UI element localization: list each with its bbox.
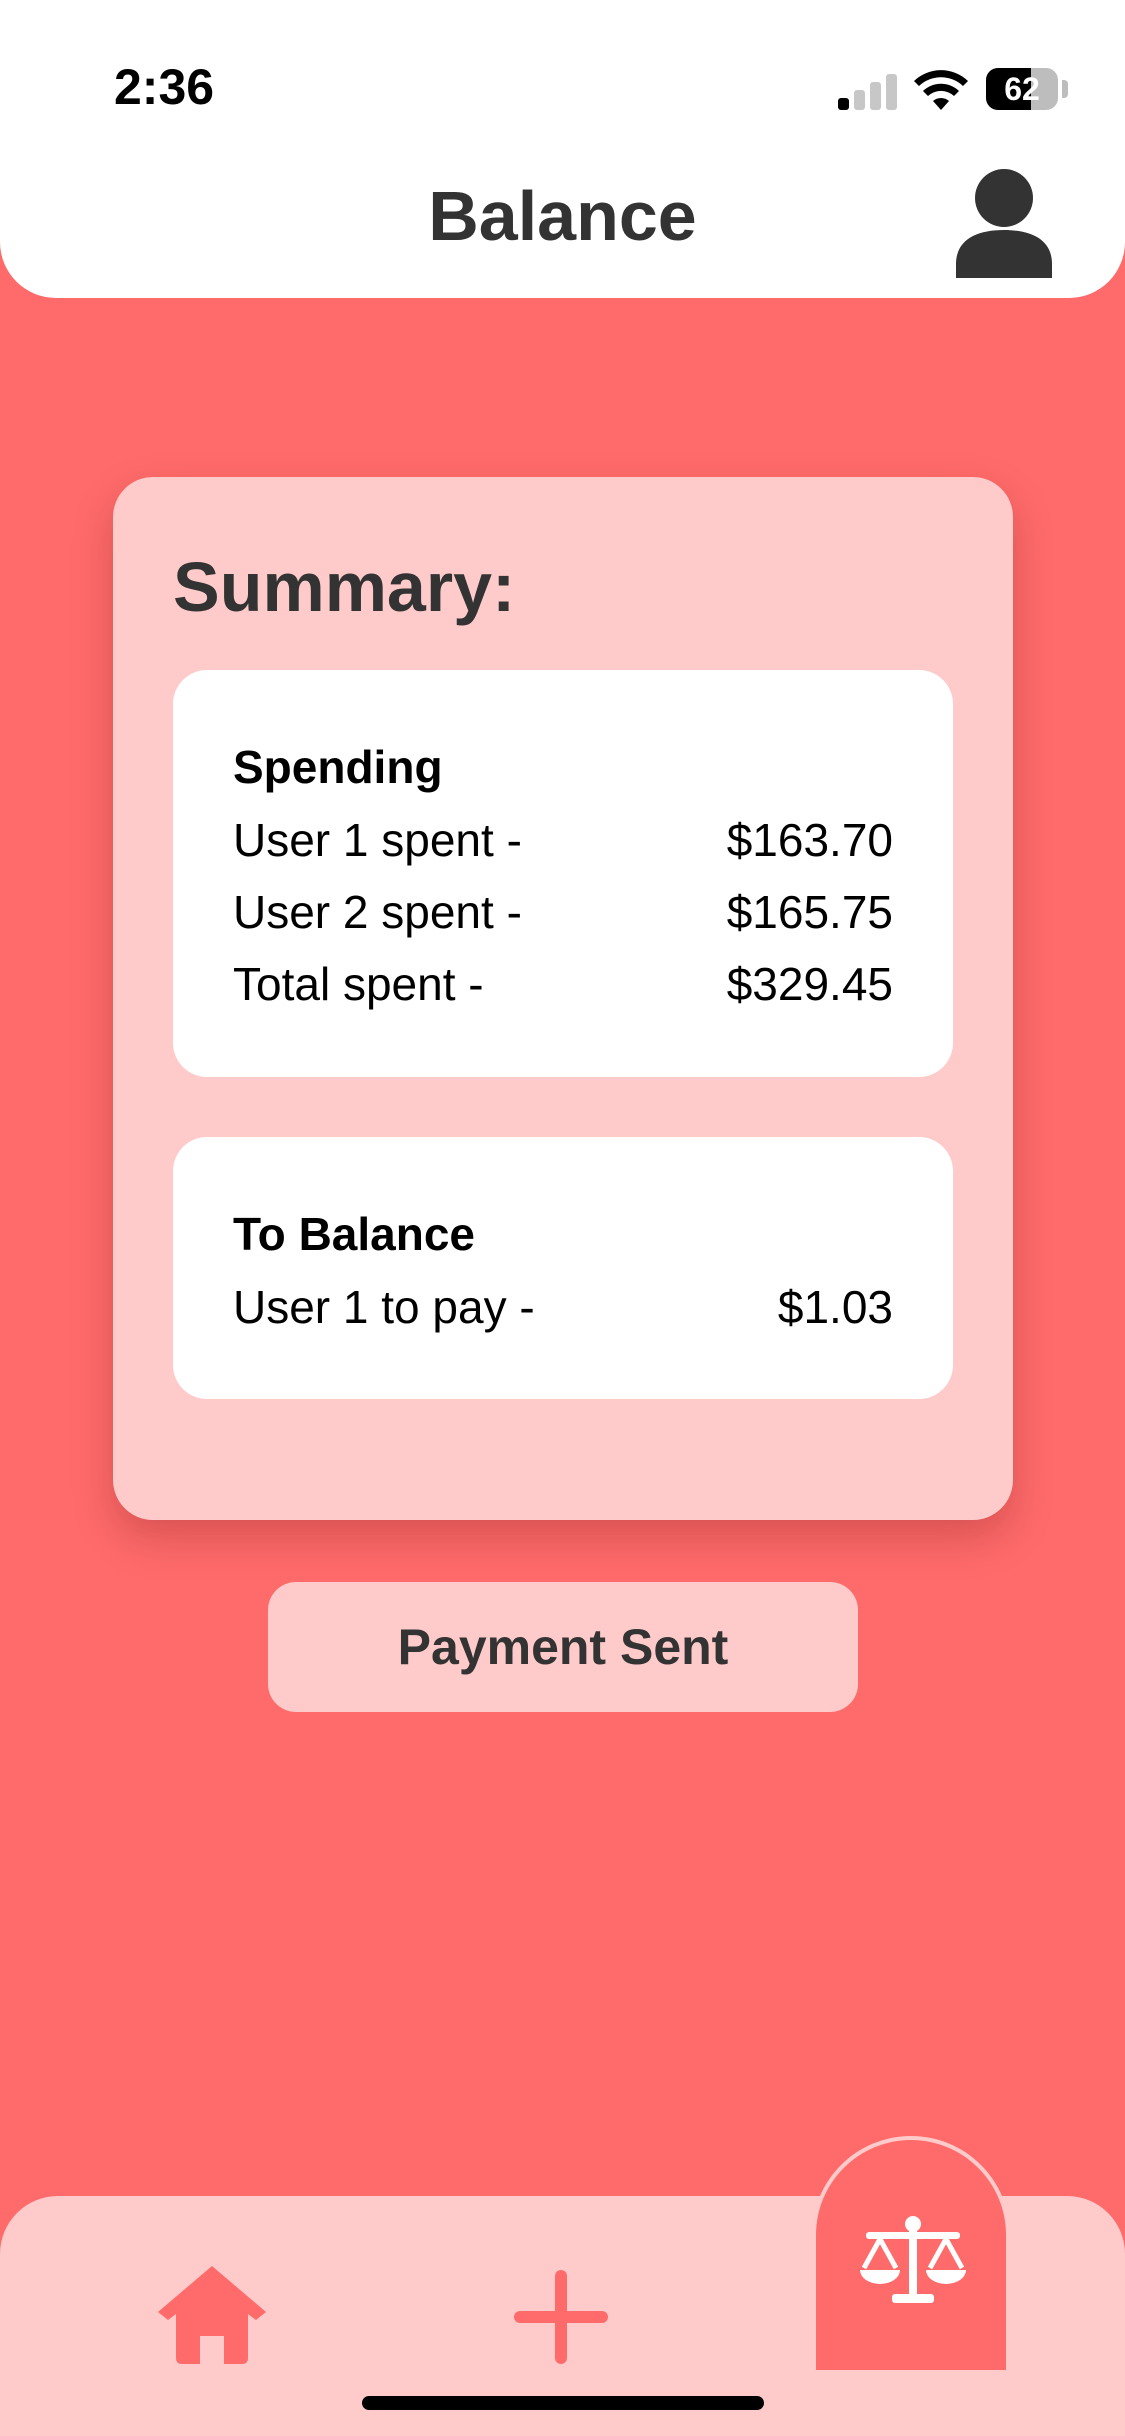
tab-balance-active[interactable] bbox=[812, 2136, 1010, 2370]
battery-icon: 62 bbox=[986, 68, 1058, 110]
cellular-signal-icon bbox=[838, 72, 900, 110]
battery-level: 62 bbox=[1004, 71, 1040, 107]
spending-row-label: Total spent - bbox=[233, 958, 484, 1010]
status-time: 2:36 bbox=[114, 59, 215, 115]
scale-icon bbox=[860, 2216, 966, 2303]
spending-row-label: User 2 spent - bbox=[233, 886, 522, 938]
spending-heading: Spending bbox=[233, 741, 443, 793]
spending-row-value: $163.70 bbox=[726, 814, 893, 866]
to-balance-row-value: $1.03 bbox=[777, 1281, 893, 1333]
plus-icon[interactable] bbox=[514, 2270, 608, 2364]
to-balance-row-label: User 1 to pay - bbox=[233, 1281, 535, 1333]
spending-row-value: $165.75 bbox=[726, 886, 893, 938]
summary-card: Summary: Spending User 1 spent - $163.70… bbox=[113, 477, 1013, 1520]
to-balance-heading: To Balance bbox=[233, 1208, 475, 1260]
battery-nub bbox=[1062, 80, 1068, 98]
person-icon[interactable] bbox=[954, 166, 1054, 278]
spending-row-value: $329.45 bbox=[726, 958, 893, 1010]
payment-sent-button[interactable]: Payment Sent bbox=[268, 1582, 858, 1712]
spending-row-label: User 1 spent - bbox=[233, 814, 522, 866]
top-header: 2:36 62 Balance bbox=[0, 0, 1125, 298]
home-icon[interactable] bbox=[156, 2264, 268, 2364]
to-balance-card: To Balance User 1 to pay - $1.03 bbox=[173, 1137, 953, 1399]
summary-title: Summary: bbox=[173, 548, 516, 626]
wifi-icon bbox=[914, 70, 968, 110]
spending-card: Spending User 1 spent - $163.70 User 2 s… bbox=[173, 670, 953, 1077]
home-indicator bbox=[362, 2396, 764, 2410]
